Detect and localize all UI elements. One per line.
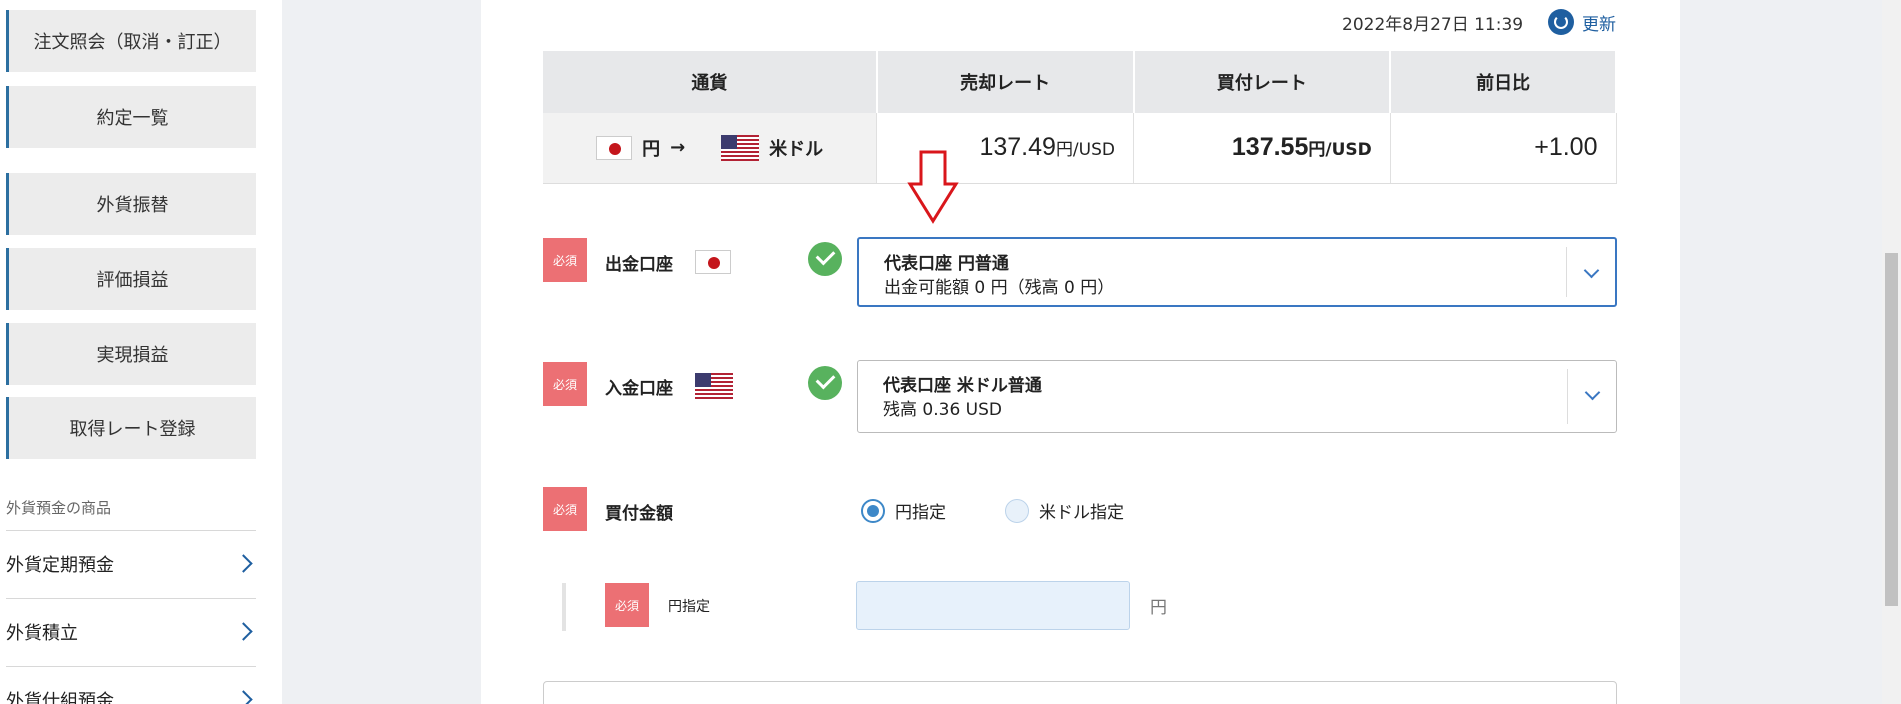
yen-amount-sub-label: 円指定 [668,599,710,615]
buy-rate-unit: 円/USD [1308,140,1372,161]
withdraw-account-name: 代表口座 円普通 [884,254,1009,274]
updated-timestamp: 2022年8月27日 11:39 [1342,15,1524,35]
column-header-change: 前日比 [1390,51,1617,113]
radio-unselected-icon [1005,498,1029,523]
change-value: +1.00 [1534,133,1598,162]
us-flag-icon [695,373,733,399]
withdraw-account-select[interactable]: 代表口座 円普通 出金可能額 0 円（残高 0 円） [857,237,1617,307]
column-header-sell-rate: 売却レート [876,51,1135,113]
product-link-structured-deposit[interactable]: 外貨仕組預金 [6,666,256,704]
check-icon [808,242,842,276]
product-link-label: 外貨定期預金 [6,554,114,576]
vertical-scrollbar[interactable] [1882,0,1901,704]
refresh-icon [1548,9,1574,35]
chevron-down-icon [1584,384,1601,401]
required-badge: 必須 [543,362,587,406]
product-link-label: 外貨仕組預金 [6,690,114,704]
us-flag-icon [721,134,760,161]
buy-amount-label: 買付金額 [605,504,673,524]
sell-rate-unit: 円/USD [1055,140,1115,161]
radio-usd[interactable]: 米ドル指定 [1005,498,1124,523]
menu-order-inquiry-button[interactable]: 注文照会（取消・訂正） [6,10,256,72]
deposit-account-detail: 残高 0.36 USD [883,400,1002,420]
menu-executions-button[interactable]: 約定一覧 [6,86,256,148]
arrow-text: → [670,137,686,159]
required-badge: 必須 [543,487,587,531]
yen-amount-input[interactable] [856,581,1130,630]
buy-rate-cell: 137.55円/USD [1133,113,1391,184]
radio-selected-icon [861,498,885,523]
change-cell: +1.00 [1390,113,1617,184]
column-header-buy-rate: 買付レート [1133,51,1392,113]
buy-rate-value: 137.55 [1231,133,1309,162]
required-badge: 必須 [605,583,649,627]
japan-flag-icon [695,250,731,274]
deposit-account-name: 代表口座 米ドル普通 [883,376,1042,396]
chevron-right-icon [234,689,253,704]
from-currency: 円 [642,138,661,160]
menu-fx-transfer-button[interactable]: 外貨振替 [6,173,256,235]
menu-realized-pl-button[interactable]: 実現損益 [6,323,256,385]
yen-amount-unit: 円 [1150,598,1167,618]
radio-yen[interactable]: 円指定 [861,498,946,523]
radio-usd-label: 米ドル指定 [1039,503,1124,523]
sell-rate-value: 137.49 [979,133,1056,162]
currency-pair-cell: 円 → 米ドル [543,113,878,184]
menu-rate-registration-button[interactable]: 取得レート登録 [6,397,256,459]
menu-valuation-pl-button[interactable]: 評価損益 [6,248,256,310]
radio-yen-label: 円指定 [895,503,946,523]
scrollbar-thumb[interactable] [1885,253,1898,606]
product-link-label: 外貨積立 [6,622,78,644]
chevron-right-icon [234,621,253,641]
required-badge: 必須 [543,238,587,282]
deposit-account-select[interactable]: 代表口座 米ドル普通 残高 0.36 USD [857,360,1617,433]
sidebar: 注文照会（取消・訂正） 約定一覧 外貨振替 評価損益 実現損益 取得レート登録 … [0,0,282,704]
table-row: 円 → 米ドル 137.49円/USD 137.55円/USD +1.00 [543,113,1617,184]
rate-table: 通貨 売却レート 買付レート 前日比 円 → 米ドル 137.49円/USD 1… [543,51,1617,184]
withdraw-account-detail: 出金可能額 0 円（残高 0 円） [884,278,1115,298]
chevron-right-icon [234,553,253,573]
chevron-down-icon [1583,262,1600,279]
products-section-label: 外貨預金の商品 [6,499,112,517]
down-arrow-annotation-icon [907,150,959,224]
product-link-time-deposit[interactable]: 外貨定期預金 [6,530,256,596]
refresh-button[interactable]: 更新 [1548,9,1616,35]
deposit-account-label: 入金口座 [605,379,673,399]
check-icon [808,366,842,400]
withdraw-account-label: 出金口座 [605,255,673,275]
next-section-box [543,681,1617,704]
column-header-currency: 通貨 [543,51,878,113]
japan-flag-icon [596,135,633,160]
product-link-accumulation[interactable]: 外貨積立 [6,598,256,664]
to-currency: 米ドル [769,138,824,160]
refresh-label: 更新 [1582,14,1616,35]
indent-bar [562,583,566,631]
